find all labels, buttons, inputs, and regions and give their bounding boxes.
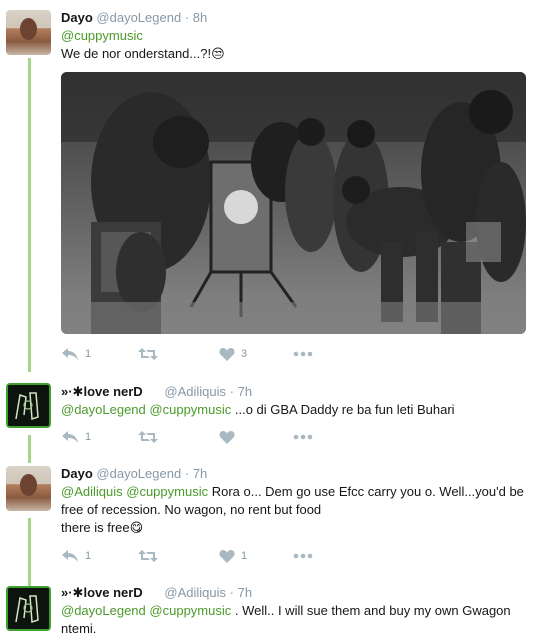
avatar[interactable] xyxy=(6,586,51,631)
retweet-icon xyxy=(138,348,158,360)
heart-icon xyxy=(219,431,235,444)
reply-count: 1 xyxy=(85,348,92,360)
reply-count: 1 xyxy=(85,550,92,562)
reply-count: 1 xyxy=(85,431,92,443)
separator-dot: · xyxy=(229,384,234,399)
tweet: Dayo @dayoLegend · 7h @Adiliquis @cuppym… xyxy=(0,460,558,578)
tweet-line: We de nor onderstand...?! xyxy=(61,46,212,61)
timestamp[interactable]: 7h xyxy=(238,585,252,600)
tweet-photo[interactable] xyxy=(61,72,526,334)
tweet-header: »·✱love nerD @Adiliquis · 7h xyxy=(61,384,252,400)
heart-icon xyxy=(219,348,235,361)
reply-icon xyxy=(62,550,78,562)
retweet-button[interactable] xyxy=(138,345,164,363)
mention-link[interactable]: @cuppymusic xyxy=(61,28,143,43)
avatar[interactable] xyxy=(6,383,51,428)
tweet-text: @cuppymusic We de nor onderstand...?!😒 xyxy=(61,27,546,63)
like-count: 1 xyxy=(241,550,248,562)
display-name[interactable]: Dayo xyxy=(61,10,93,25)
timestamp[interactable]: 7h xyxy=(193,466,207,481)
photo-image xyxy=(61,72,526,334)
separator-dot: · xyxy=(184,10,190,25)
reply-icon xyxy=(62,348,78,360)
user-handle[interactable]: @dayoLegend xyxy=(96,10,181,25)
tweet-actions: 1 3 xyxy=(61,345,531,363)
tweet-text: @dayoLegend @cuppymusic . Well.. I will … xyxy=(61,602,546,638)
tweet-header: Dayo @dayoLegend · 8h xyxy=(61,10,207,25)
reply-button[interactable]: 1 xyxy=(61,428,91,446)
timestamp[interactable]: 8h xyxy=(193,10,207,25)
more-icon xyxy=(293,553,313,559)
like-count: 3 xyxy=(241,348,248,360)
display-name[interactable]: Dayo xyxy=(61,466,93,481)
retweet-button[interactable] xyxy=(138,428,164,446)
tweet-line: there is free xyxy=(61,520,130,535)
tweet-header: Dayo @dayoLegend · 7h xyxy=(61,466,207,481)
emoji: 😋 xyxy=(129,520,144,535)
like-button[interactable] xyxy=(219,428,241,446)
like-button[interactable]: 3 xyxy=(219,345,247,363)
separator-dot: · xyxy=(184,466,190,481)
tweet: Dayo @dayoLegend · 8h @cuppymusic We de … xyxy=(0,0,558,370)
separator-dot: · xyxy=(229,585,234,600)
retweet-icon xyxy=(138,431,158,443)
timestamp[interactable]: 7h xyxy=(238,384,252,399)
display-name[interactable]: »·✱love nerD xyxy=(61,585,143,600)
mention-link[interactable]: @dayoLegend xyxy=(61,603,146,618)
tweet: »·✱love nerD @Adiliquis · 7h @dayoLegend… xyxy=(0,376,558,456)
tweet-line: ...o di GBA Daddy re ba fun leti Buhari xyxy=(231,402,455,417)
tweet-text: @dayoLegend @cuppymusic ...o di GBA Dadd… xyxy=(61,401,546,419)
reply-button[interactable]: 1 xyxy=(61,345,91,363)
mention-link[interactable]: @cuppymusic xyxy=(149,603,231,618)
avatar-image xyxy=(8,588,49,629)
tweet-actions: 1 1 xyxy=(61,547,531,565)
more-button[interactable] xyxy=(293,428,313,446)
emoji: 😒 xyxy=(211,46,225,61)
mention-link[interactable]: @Adiliquis xyxy=(61,484,123,499)
user-handle[interactable]: @dayoLegend xyxy=(96,466,181,481)
mention-link[interactable]: @cuppymusic xyxy=(126,484,208,499)
user-handle[interactable]: @Adiliquis xyxy=(164,384,226,399)
mention-link[interactable]: @cuppymusic xyxy=(149,402,231,417)
heart-icon xyxy=(219,550,235,563)
mention-link[interactable]: @dayoLegend xyxy=(61,402,146,417)
user-handle[interactable]: @Adiliquis xyxy=(164,585,226,600)
tweet-header: »·✱love nerD @Adiliquis · 7h xyxy=(61,585,252,601)
tweet-actions: 1 xyxy=(61,428,531,446)
retweet-button[interactable] xyxy=(138,547,164,565)
more-icon xyxy=(293,351,313,357)
like-button[interactable]: 1 xyxy=(219,547,247,565)
tweet: »·✱love nerD @Adiliquis · 7h @dayoLegend… xyxy=(0,580,558,640)
more-button[interactable] xyxy=(293,547,313,565)
avatar-image xyxy=(8,385,49,426)
avatar[interactable] xyxy=(6,466,51,511)
more-icon xyxy=(293,434,313,440)
reply-icon xyxy=(62,431,78,443)
tweet-text: @Adiliquis @cuppymusic Rora o... Dem go … xyxy=(61,483,546,537)
reply-button[interactable]: 1 xyxy=(61,547,91,565)
more-button[interactable] xyxy=(293,345,313,363)
retweet-icon xyxy=(138,550,158,562)
avatar[interactable] xyxy=(6,10,51,55)
display-name[interactable]: »·✱love nerD xyxy=(61,384,143,399)
